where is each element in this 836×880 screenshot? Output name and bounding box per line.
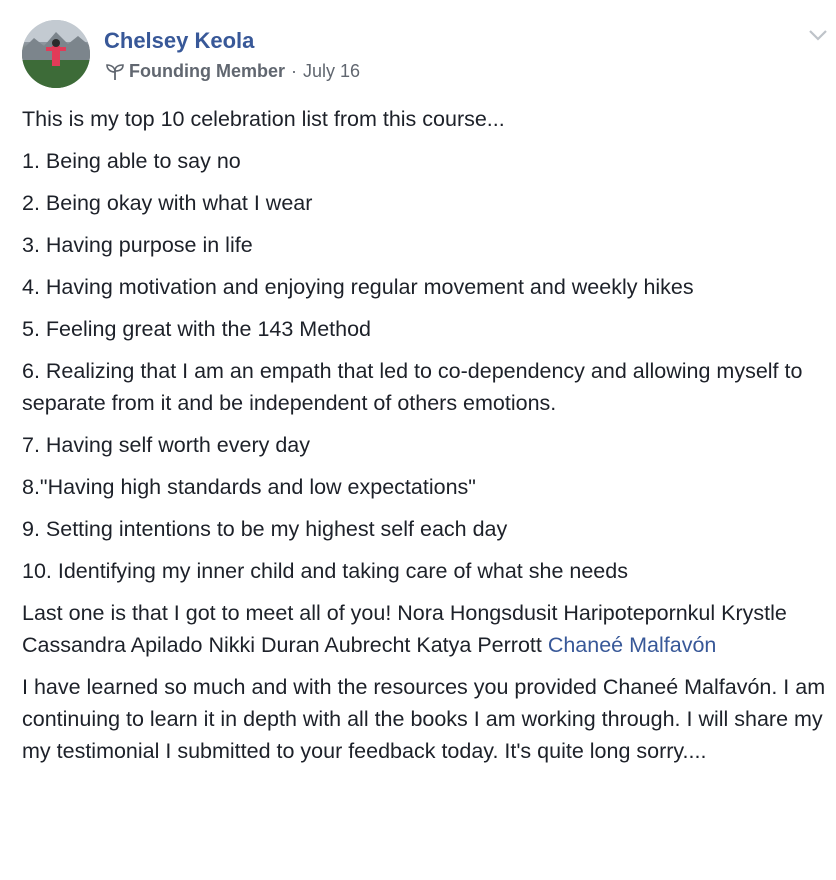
list-item: 3. Having purpose in life [22,233,253,257]
author-name[interactable]: Chelsey Keola [104,28,254,54]
list-item: 8."Having high standards and low expecta… [22,475,476,499]
avatar-photo [22,20,90,88]
sprout-icon [106,63,124,81]
list-item: 5. Feeling great with the 143 Method [22,317,371,341]
member-badge: Founding Member [129,61,285,81]
post-date[interactable]: July 16 [303,61,360,82]
chevron-down-icon[interactable] [808,28,828,42]
list-item: 10. Identifying my inner child and takin… [22,559,628,583]
post-intro: This is my top 10 celebration list from … [22,107,505,131]
list-item: 2. Being okay with what I wear [22,191,313,215]
list-item: 1. Being able to say no [22,149,241,173]
post-card: Chelsey Keola Founding Member · July 16 … [0,0,836,880]
user-tag-link[interactable]: Chaneé Malfavón [548,633,717,657]
post-closing: Last one is that I got to meet all of yo… [22,597,828,661]
post-final: I have learned so much and with the reso… [22,675,826,763]
list-item: 9. Setting intentions to be my highest s… [22,517,508,541]
post-body: This is my top 10 celebration list from … [22,103,828,777]
avatar[interactable] [22,20,90,88]
list-item: 7. Having self worth every day [22,433,310,457]
meta-separator: · [291,61,297,81]
post-meta: Founding Member · July 16 [106,61,360,82]
list-item: 6. Realizing that I am an empath that le… [22,359,803,415]
list-item: 4. Having motivation and enjoying regula… [22,275,694,299]
